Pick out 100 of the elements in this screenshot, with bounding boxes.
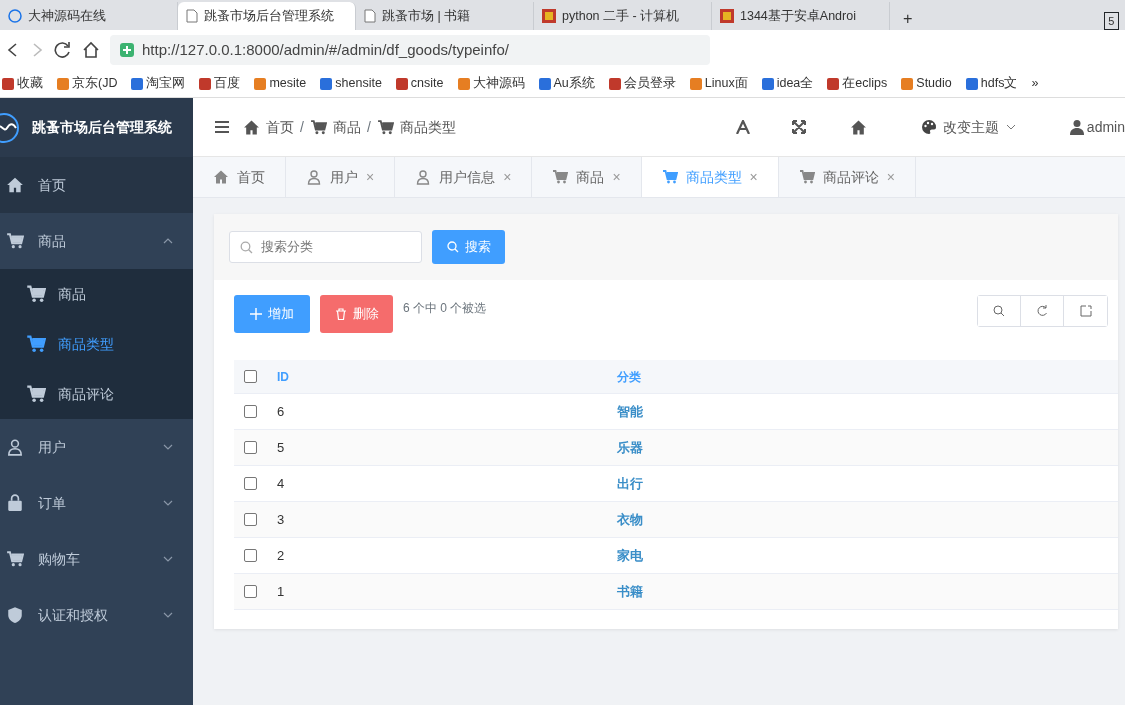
breadcrumb-link[interactable]: 商品 — [309, 116, 361, 138]
favicon-icon — [364, 9, 376, 23]
sidebar-item[interactable]: 订单 — [0, 475, 193, 531]
cart-icon — [6, 232, 24, 250]
user-icon — [6, 438, 24, 456]
favicon-icon — [457, 77, 470, 90]
bookmark-link[interactable]: hdfs文 — [965, 74, 1018, 93]
table-cell-text: 3 — [277, 510, 286, 529]
menu-icon[interactable] — [215, 121, 229, 133]
favicon-icon — [320, 77, 333, 90]
trash-icon — [334, 308, 347, 320]
row-checkbox[interactable] — [244, 405, 257, 418]
sidebar-subitem[interactable]: 商品 — [0, 269, 193, 319]
row-checkbox[interactable] — [244, 477, 257, 490]
bookmark-link[interactable]: Au系统 — [538, 74, 595, 93]
row-checkbox[interactable] — [244, 513, 257, 526]
bookmark-link[interactable]: 百度 — [199, 74, 241, 93]
bookmark-link[interactable]: 收藏 — [2, 74, 43, 93]
category-link[interactable]: 乐器 — [617, 437, 643, 458]
bookmark-link[interactable]: 淘宝网 — [131, 74, 186, 93]
cart-icon — [26, 284, 46, 304]
favicon-icon — [199, 77, 212, 90]
search-icon — [446, 241, 459, 253]
favicon-icon — [254, 77, 267, 90]
breadcrumb-separator: / — [366, 117, 371, 137]
favicon-icon — [2, 77, 14, 90]
sidebar-item[interactable]: 购物车 — [0, 531, 193, 587]
chevron-icon — [1005, 124, 1016, 130]
new-tab-button[interactable]: + — [890, 5, 926, 30]
bookmark-link[interactable]: 大神源码 — [457, 74, 525, 93]
sidebar-item[interactable]: 用户 — [0, 419, 193, 475]
bookmark-link[interactable]: Studio — [901, 74, 952, 93]
home-icon — [213, 169, 229, 185]
search-button[interactable] — [978, 296, 1021, 326]
chevron-icon — [163, 500, 173, 506]
home-icon[interactable] — [849, 118, 867, 136]
user-icon — [1069, 119, 1084, 135]
select-all-checkbox[interactable] — [244, 370, 257, 383]
row-checkbox[interactable] — [244, 585, 257, 598]
cart-icon — [552, 169, 569, 185]
table-cell-text: 6 — [277, 402, 286, 421]
bookmark-link[interactable]: idea全 — [761, 74, 814, 93]
table-cell-text: 5 — [277, 438, 286, 457]
home-icon[interactable] — [82, 41, 100, 59]
favicon-icon — [131, 77, 144, 90]
sidebar-subitem[interactable]: 商品评论 — [0, 369, 193, 419]
bookmark-link[interactable]: Linux面 — [689, 74, 748, 93]
favicon-icon — [761, 77, 774, 90]
sidebar-subitem[interactable]: 商品类型 — [0, 319, 193, 369]
bookmark-link[interactable]: mesite — [254, 74, 307, 93]
page-tab[interactable]: 商品 × — [532, 157, 642, 197]
favicon-icon — [57, 77, 69, 90]
sidebar-item[interactable]: 认证和授权 — [0, 587, 193, 643]
favicon-icon — [827, 77, 840, 90]
favicon-icon — [608, 77, 621, 90]
cart-icon — [6, 550, 24, 568]
palette-icon — [920, 119, 937, 135]
more-bookmarks-button[interactable]: » — [1031, 74, 1039, 93]
font-size-icon[interactable] — [735, 120, 750, 134]
category-link[interactable]: 家电 — [617, 545, 643, 566]
breadcrumb-link[interactable]: 首页 — [243, 116, 294, 138]
tab-count[interactable]: 5 — [1103, 11, 1119, 30]
table-cell-text: 4 — [277, 474, 286, 493]
app-title: 跳蚤市场后台管理系统 — [32, 118, 172, 137]
page-tab[interactable]: 首页 — [193, 157, 286, 197]
export-icon — [1079, 305, 1092, 317]
home-icon — [6, 176, 24, 194]
row-checkbox[interactable] — [244, 549, 257, 562]
user-menu[interactable]: admin — [1069, 116, 1125, 138]
fullscreen-icon[interactable] — [791, 120, 806, 134]
bookmark-link[interactable]: 在eclips — [827, 74, 888, 93]
page-tab[interactable]: 用户 × — [286, 157, 396, 197]
reload-icon[interactable] — [54, 41, 72, 59]
row-checkbox[interactable] — [244, 441, 257, 454]
address-bar[interactable]: http://127.0.0.1:8000/admin/#/admin/df_goods/typeinfo/ — [110, 35, 710, 65]
category-link[interactable]: 智能 — [617, 401, 643, 422]
chevron-icon — [163, 238, 173, 244]
logo-icon — [0, 112, 22, 143]
favicon-icon — [186, 9, 198, 23]
sidebar-item[interactable]: 商品 — [0, 213, 193, 269]
breadcrumb-link[interactable]: 商品类型 — [376, 116, 456, 138]
search-field[interactable]: 搜索分类 — [229, 231, 422, 263]
favicon-icon — [720, 9, 734, 23]
sidebar-item[interactable]: 首页 — [0, 157, 193, 213]
bookmark-link[interactable]: 会员登录 — [608, 74, 676, 93]
breadcrumb-separator: / — [300, 117, 304, 137]
favicon-icon — [689, 77, 702, 90]
browser-tab[interactable]: 跳蚤市场后台管理系统 — [178, 2, 356, 30]
favicon-icon — [542, 9, 556, 23]
page-tab[interactable]: 商品评论 × — [778, 157, 916, 197]
user-icon — [415, 169, 432, 185]
bookmark-link[interactable]: 京东(JD — [57, 74, 118, 93]
bookmark-link[interactable]: shensite — [320, 74, 382, 93]
category-link[interactable]: 出行 — [617, 473, 643, 494]
search-input[interactable]: 搜索分类 — [259, 236, 399, 258]
search-icon — [240, 240, 253, 254]
bookmark-link[interactable]: cnsite — [395, 74, 444, 93]
theme-dropdown[interactable]: 改变主题 — [920, 116, 1016, 138]
page-tab[interactable]: 用户信息 × — [395, 157, 533, 197]
favicon-icon — [8, 9, 22, 23]
